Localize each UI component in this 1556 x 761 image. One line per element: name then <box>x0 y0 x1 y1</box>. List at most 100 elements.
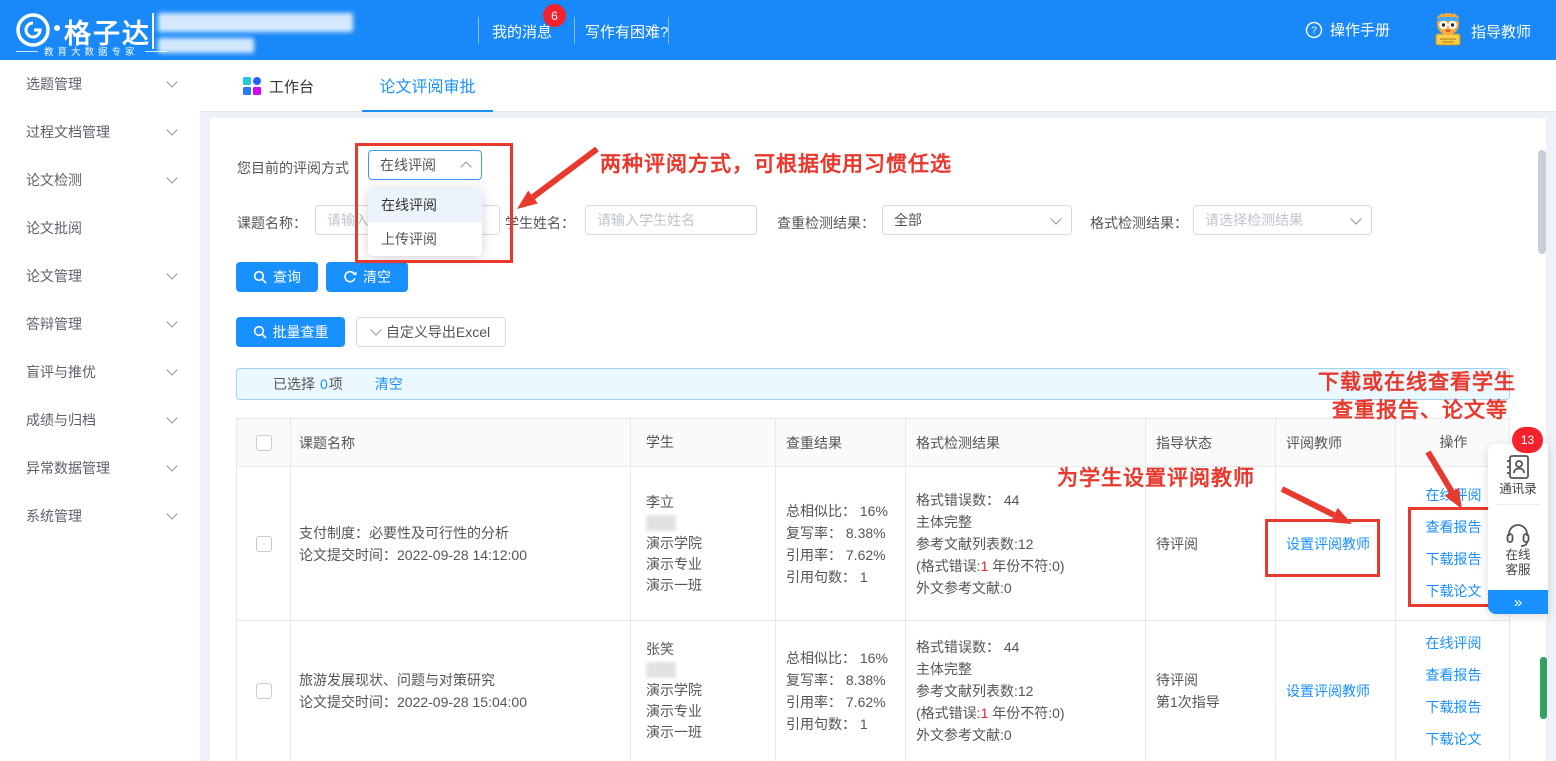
messages-count-badge: 6 <box>543 4 566 27</box>
topic-title: 旅游发展现状、问题与对策研究 <box>299 669 630 691</box>
sidebar-item-process-doc-mgmt[interactable]: 过程文档管理 <box>0 108 200 156</box>
refresh-icon <box>343 270 357 284</box>
main-panel: 您目前的评阅方式 在线评阅 课题名称： 学生姓名： 查重检测结果： 全部 格式检… <box>210 118 1546 761</box>
guide-teacher-link[interactable]: 指导教师 <box>1471 21 1531 42</box>
col-reviewer: 评阅教师 <box>1276 419 1396 466</box>
selection-bar: 已选择 0 项 清空 <box>236 368 1510 400</box>
dropdown-option-upload-review[interactable]: 上传评阅 <box>368 222 482 256</box>
online-service-button[interactable]: 在线 客服 <box>1488 512 1548 578</box>
chevron-down-icon <box>166 172 177 183</box>
format-detail: (格式错误:1 年份不符:0) <box>916 555 1145 577</box>
export-excel-button[interactable]: 自定义导出Excel <box>356 317 506 347</box>
student-college: 演示学院 <box>646 680 775 701</box>
sidebar-item-paper-review[interactable]: 论文批阅 <box>0 204 200 252</box>
service-label-line2: 客服 <box>1505 563 1530 578</box>
scrollbar-thumb-top[interactable] <box>1538 150 1546 254</box>
sidebar-item-paper-mgmt[interactable]: 论文管理 <box>0 252 200 300</box>
tab-paper-review-approval[interactable]: 论文评阅审批 <box>362 60 493 112</box>
papers-table: 课题名称 学生 查重结果 格式检测结果 指导状态 评阅教师 操作 支付制度：必要… <box>236 418 1510 761</box>
student-name: 李立 <box>646 492 775 513</box>
select-all-checkbox[interactable] <box>256 435 272 451</box>
sidebar-item-grades-archive[interactable]: 成绩与归档 <box>0 396 200 444</box>
format-detail: (格式错误:1 年份不符:0) <box>916 702 1145 724</box>
student-major: 演示专业 <box>646 554 775 575</box>
dup-check-result-select[interactable]: 全部 <box>882 205 1072 235</box>
sidebar-item-defense-mgmt[interactable]: 答辩管理 <box>0 300 200 348</box>
foreign-refs: 外文参考文献:0 <box>916 577 1145 599</box>
headset-icon <box>1504 520 1532 548</box>
dropdown-option-online-review[interactable]: 在线评阅 <box>368 188 482 222</box>
user-info-redacted <box>158 13 353 32</box>
col-format-result: 格式检测结果 <box>906 419 1146 466</box>
sidebar-item-topic-mgmt[interactable]: 选题管理 <box>0 60 200 108</box>
chevron-down-icon <box>166 364 177 375</box>
download-report-link[interactable]: 下载报告 <box>1426 698 1482 717</box>
sidebar: 选题管理 过程文档管理 论文检测 论文批阅 论文管理 答辩管理 盲评与推优 成绩… <box>0 60 200 761</box>
set-reviewer-link[interactable]: 设置评阅教师 <box>1286 680 1395 702</box>
user-info-redacted-2 <box>158 38 254 53</box>
batch-check-button[interactable]: 批量查重 <box>236 317 345 347</box>
guide-status: 待评阅 <box>1156 533 1275 555</box>
scrollbar-thumb-bottom[interactable] <box>1540 657 1547 719</box>
sidebar-item-paper-check[interactable]: 论文检测 <box>0 156 200 204</box>
review-mode-select[interactable]: 在线评阅 <box>368 150 482 180</box>
format-check-result-select[interactable]: 请选择检测结果 <box>1193 205 1372 235</box>
contacts-count-badge: 13 <box>1512 427 1543 453</box>
submit-time: 论文提交时间：2022-09-28 15:04:00 <box>299 691 630 713</box>
student-class: 演示一班 <box>646 722 775 743</box>
sidebar-item-system-mgmt[interactable]: 系统管理 <box>0 492 200 540</box>
quote-sentences: 引用句数： 1 <box>786 566 905 588</box>
selected-count: 0 <box>320 376 328 392</box>
student-id-redacted <box>646 515 676 531</box>
row-checkbox[interactable] <box>256 536 272 552</box>
sidebar-item-blind-review[interactable]: 盲评与推优 <box>0 348 200 396</box>
tab-workbench[interactable]: 工作台 <box>243 60 314 112</box>
online-review-link[interactable]: 在线评阅 <box>1426 634 1482 653</box>
dup-check-result-label: 查重检测结果： <box>777 213 875 233</box>
copy-rate: 复写率： 8.38% <box>786 669 905 691</box>
similarity: 总相似比： 16% <box>786 500 905 522</box>
download-paper-link[interactable]: 下载论文 <box>1426 582 1482 601</box>
view-report-link[interactable]: 查看报告 <box>1426 666 1482 685</box>
floating-side-panel: 通讯录 在线 客服 » <box>1488 444 1548 614</box>
ref-list-count: 参考文献列表数:12 <box>916 533 1145 555</box>
view-report-link[interactable]: 查看报告 <box>1426 518 1482 537</box>
guide-status: 待评阅 <box>1156 669 1275 691</box>
workbench-grid-icon <box>243 77 261 95</box>
quote-sentences: 引用句数： 1 <box>786 713 905 735</box>
row-checkbox[interactable] <box>256 683 272 699</box>
chevron-down-icon <box>1350 213 1361 224</box>
table-header-row: 课题名称 学生 查重结果 格式检测结果 指导状态 评阅教师 操作 <box>237 419 1509 467</box>
my-messages-link[interactable]: 我的消息 <box>492 21 552 42</box>
col-student: 学生 <box>631 419 776 466</box>
col-guide-status: 指导状态 <box>1146 419 1276 466</box>
reset-button[interactable]: 清空 <box>326 262 408 292</box>
review-mode-dropdown: 在线评阅 上传评阅 <box>368 188 482 256</box>
online-review-link[interactable]: 在线评阅 <box>1426 486 1482 505</box>
writing-help-link[interactable]: 写作有困难? <box>585 21 668 42</box>
set-reviewer-link[interactable]: 设置评阅教师 <box>1286 533 1395 555</box>
student-name: 张笑 <box>646 639 775 660</box>
quote-rate: 引用率： 7.62% <box>786 691 905 713</box>
manual-link[interactable]: ? 操作手册 <box>1305 19 1390 40</box>
search-button[interactable]: 查询 <box>236 262 318 292</box>
panel-expand-button[interactable]: » <box>1488 590 1548 614</box>
sidebar-item-abnormal-data[interactable]: 异常数据管理 <box>0 444 200 492</box>
download-report-link[interactable]: 下载报告 <box>1426 550 1482 569</box>
mascot-icon[interactable] <box>1428 9 1468 49</box>
chevron-up-icon <box>460 161 471 172</box>
chevron-down-icon <box>166 76 177 87</box>
svg-text:?: ? <box>1311 25 1317 36</box>
chevron-down-icon <box>166 316 177 327</box>
contacts-button[interactable]: 通讯录 <box>1488 444 1548 497</box>
format-errors: 格式错误数： 44 <box>916 489 1145 511</box>
student-id-redacted <box>646 662 676 678</box>
download-paper-link[interactable]: 下载论文 <box>1426 730 1482 749</box>
contacts-label: 通讯录 <box>1499 482 1537 497</box>
student-name-input[interactable] <box>585 205 757 235</box>
manual-label: 操作手册 <box>1330 19 1390 40</box>
search-icon <box>253 270 267 284</box>
chevron-down-icon <box>166 508 177 519</box>
body-complete: 主体完整 <box>916 511 1145 533</box>
clear-selection-link[interactable]: 清空 <box>375 374 403 394</box>
